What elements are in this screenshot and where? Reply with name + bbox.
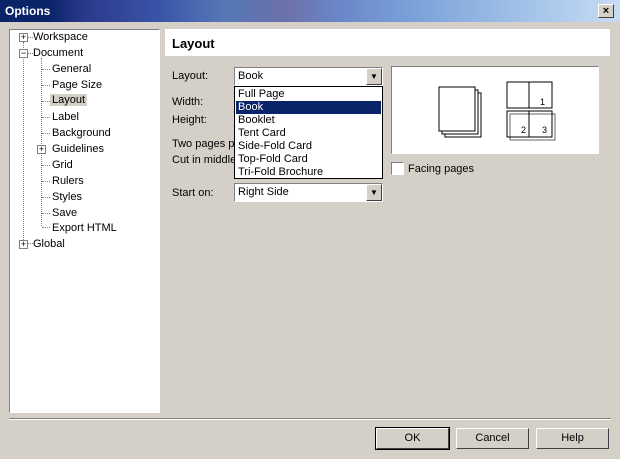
tree-item-grid[interactable]: Grid: [52, 159, 73, 171]
close-button[interactable]: ×: [598, 4, 614, 18]
tree-item-document[interactable]: Document: [33, 47, 83, 59]
dropdown-option[interactable]: Full Page: [236, 88, 381, 101]
tree-item-rulers[interactable]: Rulers: [52, 175, 84, 187]
chevron-down-icon[interactable]: ▼: [366, 68, 382, 85]
start-on-label: Start on:: [172, 187, 214, 199]
window-title: Options: [5, 4, 51, 18]
layout-preview: 1 2 3: [391, 66, 599, 154]
layout-select-value: Book: [238, 70, 264, 82]
page-number-2: 2: [521, 125, 526, 135]
tree-line: [41, 58, 42, 226]
tree-item-background[interactable]: Background: [52, 127, 111, 139]
tree-item-guidelines[interactable]: Guidelines: [52, 143, 104, 155]
page-number-1: 1: [540, 97, 545, 107]
expand-plus-icon[interactable]: +: [37, 145, 46, 154]
tree-line: [42, 117, 50, 118]
dropdown-option[interactable]: Tent Card: [236, 127, 381, 140]
tree-item-general[interactable]: General: [52, 63, 91, 75]
layout-label: Layout:: [172, 70, 209, 82]
tree-line: [42, 101, 50, 102]
tree-item-layout[interactable]: Layout: [50, 94, 88, 106]
separator: [9, 418, 611, 420]
width-label: Width:: [172, 96, 204, 108]
height-label: Height:: [172, 114, 207, 126]
tree-line: [42, 165, 50, 166]
facing-pages-checkbox[interactable]: [391, 162, 404, 175]
dropdown-option[interactable]: Tri-Fold Brochure: [236, 166, 381, 179]
options-tree[interactable]: + Workspace − Document General Page Size…: [9, 29, 160, 413]
tree-line: [42, 213, 50, 214]
tree-line: [42, 69, 50, 70]
tree-line: [23, 42, 24, 242]
expand-plus-icon[interactable]: +: [19, 33, 28, 42]
chevron-down-icon[interactable]: ▼: [366, 184, 382, 201]
collapse-minus-icon[interactable]: −: [19, 49, 28, 58]
layout-select[interactable]: Book ▼: [234, 67, 383, 86]
dropdown-option[interactable]: Side-Fold Card: [236, 140, 381, 153]
tree-line: [42, 85, 50, 86]
cut-in-middle-label: Cut in middle: [172, 154, 237, 166]
expand-plus-icon[interactable]: +: [19, 240, 28, 249]
tree-item-workspace[interactable]: Workspace: [33, 31, 88, 43]
tree-item-global[interactable]: Global: [33, 238, 65, 250]
help-button[interactable]: Help: [536, 428, 609, 449]
two-pages-label: Two pages p: [172, 138, 235, 150]
page-number-3: 3: [542, 125, 547, 135]
start-on-select[interactable]: Right Side ▼: [234, 183, 383, 202]
tree-line: [42, 133, 50, 134]
panel-header: [165, 29, 610, 56]
title-bar: [0, 0, 620, 22]
cancel-button[interactable]: Cancel: [456, 428, 529, 449]
tree-line: [42, 181, 50, 182]
tree-line: [42, 197, 50, 198]
tree-item-label[interactable]: Label: [52, 111, 79, 123]
book-preview-icon: 1 2 3: [438, 81, 556, 141]
start-on-select-value: Right Side: [238, 186, 289, 198]
tree-line: [42, 227, 50, 228]
page-title: Layout: [172, 36, 215, 51]
facing-pages-label[interactable]: Facing pages: [408, 163, 474, 175]
tree-item-page-size[interactable]: Page Size: [52, 79, 102, 91]
dropdown-option-selected[interactable]: Book: [236, 101, 381, 114]
dropdown-option[interactable]: Booklet: [236, 114, 381, 127]
layout-dropdown-list[interactable]: Full Page Book Booklet Tent Card Side-Fo…: [234, 86, 383, 179]
ok-button[interactable]: OK: [375, 427, 450, 450]
tree-item-save[interactable]: Save: [52, 207, 77, 219]
tree-item-export-html[interactable]: Export HTML: [52, 222, 117, 234]
tree-item-styles[interactable]: Styles: [52, 191, 82, 203]
dropdown-option[interactable]: Top-Fold Card: [236, 153, 381, 166]
